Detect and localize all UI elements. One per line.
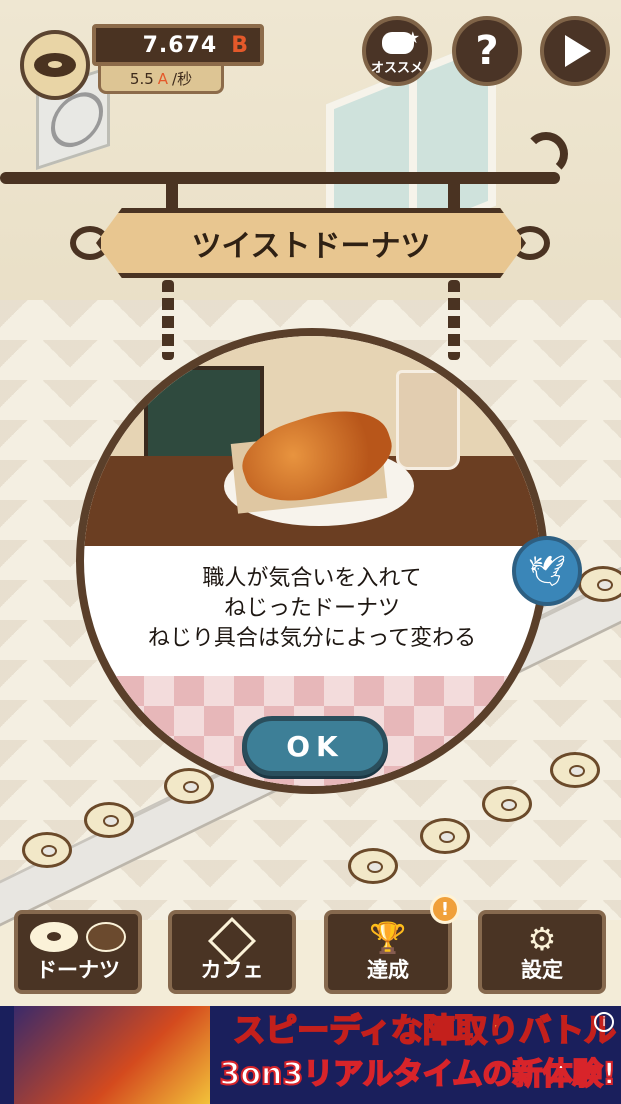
donut-description: 職人が気合いを入れて ねじったドーナツ ねじり具合は気分によって変わる: [84, 564, 540, 654]
donut-name-sign: ツイストドーナツ: [96, 208, 526, 278]
ok-label: OK: [286, 729, 344, 763]
achievement-alert-badge: !: [430, 894, 460, 924]
nav-achievements-label: 達成: [367, 958, 409, 982]
conveyor-donut[interactable]: [420, 818, 470, 854]
question-mark-icon: ?: [475, 28, 499, 74]
exclamation-icon: !: [440, 898, 450, 920]
sign-rod: [0, 172, 560, 184]
recommend-label: オススメ: [370, 61, 423, 76]
rate-unit: A: [157, 69, 169, 88]
cafe-icon: [207, 916, 257, 966]
video-button[interactable]: [540, 16, 610, 86]
ad-subline: 3on3リアルタイムの新体験!: [219, 1056, 618, 1093]
sign-hook: [448, 184, 460, 210]
bottom-nav: ドーナツ カフェ 🏆 達成 ⚙ 設定: [0, 910, 621, 1006]
nav-donuts-button[interactable]: ドーナツ: [14, 910, 142, 994]
nav-donuts-label: ドーナツ: [36, 958, 120, 982]
donut-detail-popup: 職人が気合いを入れて ねじったドーナツ ねじり具合は気分によって変わる OK: [76, 328, 548, 794]
description-line: ねじり具合は気分によって変わる: [147, 626, 477, 651]
nav-cafe-button[interactable]: カフェ: [168, 910, 296, 994]
donut-name: ツイストドーナツ: [191, 229, 431, 264]
ok-button[interactable]: OK: [242, 716, 388, 776]
conveyor-donut[interactable]: [22, 832, 72, 868]
sign-rod-curl: [524, 132, 568, 176]
money-value: 7.674: [142, 32, 218, 58]
rate-suffix: /秒: [172, 70, 193, 88]
twitter-share-button[interactable]: 🕊: [512, 536, 582, 606]
ad-headline: スピーディな陣取りバトル: [232, 1010, 617, 1050]
recommend-button[interactable]: ★ オススメ: [362, 16, 432, 86]
star-icon: ★: [405, 28, 420, 47]
nav-settings-label: 設定: [521, 958, 563, 982]
description-line: 職人が気合いを入れて: [202, 566, 422, 591]
income-rate: 5.5 A/秒: [98, 66, 224, 94]
play-icon: [565, 35, 591, 67]
ad-game-image: [14, 1006, 210, 1104]
help-button[interactable]: ?: [452, 16, 522, 86]
description-line: ねじったドーナツ: [223, 596, 400, 621]
conveyor-donut[interactable]: [348, 848, 398, 884]
chocolate-donut-icon: [86, 922, 126, 952]
latte-glass: [396, 370, 460, 470]
ad-info-label: i: [602, 1014, 606, 1030]
rate-value: 5.5: [129, 69, 154, 88]
conveyor-donut[interactable]: [578, 566, 621, 602]
conveyor-donut[interactable]: [84, 802, 134, 838]
money-unit: B: [231, 32, 248, 58]
donut-currency-icon: [20, 30, 90, 100]
trophy-icon: 🏆: [369, 921, 407, 956]
twitter-bird-icon: 🕊: [527, 553, 567, 589]
donut-photo: [84, 336, 540, 546]
ad-info-icon[interactable]: i: [594, 1012, 614, 1032]
ad-text: スピーディな陣取りバトル 3on3リアルタイムの新体験!: [216, 1008, 618, 1098]
nav-achievements-button[interactable]: 🏆 達成: [324, 910, 452, 994]
nav-settings-button[interactable]: ⚙ 設定: [478, 910, 606, 994]
ad-banner[interactable]: スピーディな陣取りバトル 3on3リアルタイムの新体験! i: [0, 1006, 621, 1104]
conveyor-donut[interactable]: [482, 786, 532, 822]
donut-icon: [30, 922, 78, 952]
sign-hook: [166, 184, 178, 210]
conveyor-donut[interactable]: [550, 752, 600, 788]
gear-icon: ⚙: [527, 920, 557, 958]
money-counter: 7.674 B: [92, 24, 264, 66]
